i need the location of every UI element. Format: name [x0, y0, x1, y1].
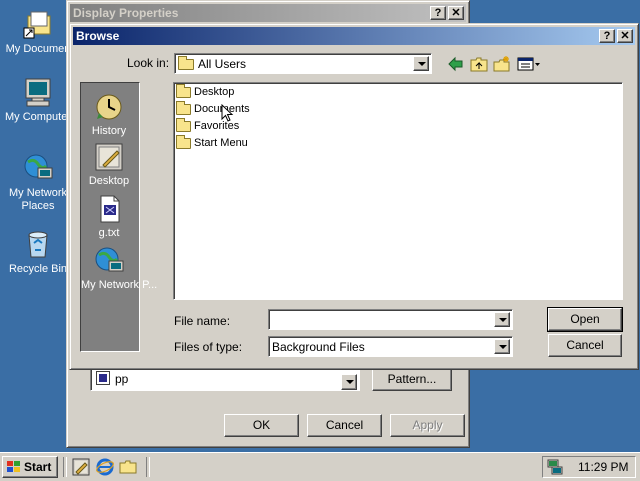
help-button[interactable]: ? [430, 6, 446, 20]
open-button[interactable]: Open [547, 307, 623, 332]
close-button[interactable]: ✕ [617, 29, 633, 43]
desktop-icon-label: Places [21, 200, 55, 212]
pattern-button[interactable]: Pattern... [372, 368, 452, 391]
folder-icon [176, 83, 191, 98]
desktop-icon-label: My Network [8, 187, 68, 199]
places-label: History [91, 125, 127, 137]
file-name-label: File name: [174, 314, 231, 328]
taskbar-divider [63, 457, 67, 477]
list-item[interactable]: Start Menu [176, 134, 248, 151]
taskbar: Start 11:29 PM [0, 452, 640, 481]
system-tray: 11:29 PM [542, 456, 636, 478]
window-title: Display Properties [73, 6, 179, 20]
folder-icon [176, 134, 191, 149]
windows-logo-icon [7, 461, 21, 473]
close-button[interactable]: ✕ [448, 6, 464, 20]
file-icon [93, 193, 125, 225]
places-file[interactable]: g.txt [81, 193, 137, 240]
chevron-down-icon [418, 62, 426, 66]
cancel-button[interactable]: Cancel [548, 334, 622, 357]
file-list[interactable]: Desktop Documents Favorites Start Menu [173, 82, 623, 300]
look-in-dropdown-button[interactable] [413, 56, 429, 71]
my-computer-icon [22, 76, 54, 108]
places-label: My Network P... [81, 279, 158, 291]
show-desktop-icon[interactable] [72, 458, 90, 476]
pattern-item-icon [96, 371, 110, 385]
ok-button[interactable]: OK [224, 414, 299, 437]
places-label: g.txt [98, 227, 120, 239]
desktop-icon-network-places[interactable]: My Network Places [0, 152, 76, 213]
browse-dialog: Browse ? ✕ Look in: All Users History De… [69, 23, 639, 370]
taskbar-divider [146, 457, 150, 477]
back-icon[interactable] [446, 55, 466, 73]
browse-titlebar[interactable]: Browse ? ✕ [73, 27, 635, 45]
view-menu-icon[interactable] [516, 55, 542, 73]
clock[interactable]: 11:29 PM [578, 460, 628, 474]
look-in-label: Look in: [127, 56, 170, 70]
pattern-dropdown-button[interactable] [341, 374, 357, 390]
file-name: Desktop [194, 86, 235, 98]
file-name: Start Menu [194, 137, 248, 149]
chevron-down-icon [499, 345, 507, 349]
internet-explorer-icon[interactable] [96, 458, 114, 476]
my-documents-icon [22, 8, 54, 40]
desktop-icon-recycle-bin[interactable]: Recycle Bin [0, 228, 76, 276]
network-tray-icon[interactable] [546, 459, 564, 475]
pattern-value: pp [115, 372, 129, 386]
places-history[interactable]: History [81, 91, 137, 138]
desktop-icon-my-computer[interactable]: My Computer [0, 76, 76, 124]
history-icon [93, 91, 125, 123]
files-of-type-value: Background Files [272, 340, 365, 354]
folder-icon [176, 100, 191, 115]
look-in-value-wrap: All Users [178, 56, 247, 71]
places-label: Desktop [88, 175, 130, 187]
pattern-combo[interactable]: pp [90, 367, 360, 391]
dialog-title: Browse [76, 29, 120, 43]
files-of-type-label: Files of type: [174, 340, 243, 354]
list-item[interactable]: Desktop [176, 83, 235, 100]
desktop-icon-label: My Computer [4, 111, 72, 123]
file-name-dropdown-button[interactable] [494, 312, 510, 327]
apply-button[interactable]: Apply [390, 414, 465, 437]
network-places-icon [22, 152, 54, 184]
chevron-down-icon [499, 318, 507, 322]
explorer-folder-icon[interactable] [119, 458, 137, 476]
up-one-level-icon[interactable] [469, 55, 489, 73]
places-network[interactable]: My Network P... [81, 245, 157, 292]
places-desktop[interactable]: Desktop [81, 141, 137, 188]
network-places-icon [93, 245, 125, 277]
cancel-button[interactable]: Cancel [307, 414, 382, 437]
start-button[interactable]: Start [2, 456, 58, 478]
files-of-type-dropdown-button[interactable] [494, 339, 510, 354]
display-properties-titlebar[interactable]: Display Properties ? ✕ [70, 4, 466, 22]
list-item[interactable]: Documents [176, 100, 250, 117]
file-name-combo[interactable] [268, 309, 513, 330]
places-bar: History Desktop g.txt My Network P... [80, 82, 157, 352]
new-folder-icon[interactable] [492, 55, 512, 73]
chevron-down-icon [346, 380, 354, 384]
look-in-value: All Users [198, 57, 247, 71]
mouse-pointer-icon [221, 104, 234, 122]
recycle-bin-icon [22, 228, 54, 260]
folder-icon [176, 117, 191, 132]
desktop-icon [93, 141, 125, 173]
desktop-icon-label: My Documen [5, 43, 71, 55]
files-of-type-combo[interactable]: Background Files [268, 336, 513, 357]
help-button[interactable]: ? [599, 29, 615, 43]
start-label: Start [24, 460, 52, 474]
desktop-icon-label: Recycle Bin [8, 263, 68, 275]
folder-icon [178, 56, 194, 71]
desktop-icon-my-documents[interactable]: My Documen [0, 8, 76, 56]
look-in-combo[interactable]: All Users [174, 53, 432, 74]
